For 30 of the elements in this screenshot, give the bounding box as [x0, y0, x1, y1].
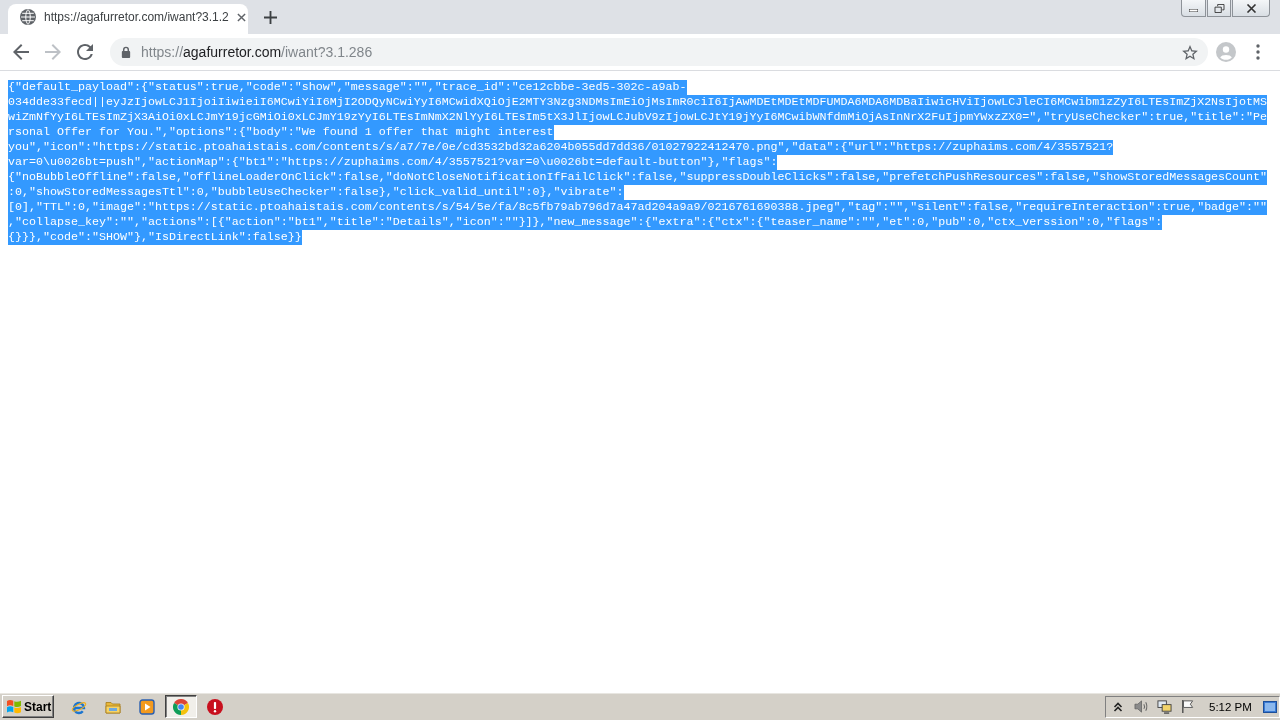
show-desktop-icon[interactable]: [1263, 700, 1277, 713]
speaker-icon[interactable]: [1134, 699, 1149, 714]
taskbar-app-button[interactable]: [165, 695, 197, 718]
flag-logo-icon: [6, 699, 22, 714]
flag-icon[interactable]: [1180, 699, 1195, 714]
restore-button[interactable]: [1207, 0, 1231, 17]
lock-icon: [121, 46, 131, 58]
reload-icon: [77, 44, 93, 60]
exclamation-icon: [207, 698, 223, 715]
play-icon: [139, 698, 155, 715]
menu-icon: [1256, 44, 1260, 60]
round-logo-icon: [173, 698, 189, 715]
plus-icon: [263, 10, 277, 24]
url-text: https://agafurretor.com/iwant?3.1.286: [141, 44, 373, 60]
address-field[interactable]: https://agafurretor.com/iwant?3.1.286: [110, 38, 1208, 66]
close-icon: [1245, 3, 1257, 13]
network-icon[interactable]: [1157, 699, 1172, 714]
restore-icon: [1213, 3, 1225, 13]
globe-icon: [20, 9, 36, 25]
chevron-up-icon[interactable]: [1113, 700, 1123, 713]
back-arrow-icon: [13, 44, 29, 60]
browser-tab[interactable]: https://agafurretor.com/iwant?3.1.2: [8, 4, 248, 34]
minimize-icon: [1189, 9, 1198, 12]
star-icon: [1182, 44, 1198, 60]
start-button[interactable]: Start: [2, 695, 54, 718]
close-button[interactable]: [1232, 0, 1270, 17]
forward-arrow-icon: [45, 44, 61, 60]
avatar-icon: [1216, 42, 1236, 62]
close-icon[interactable]: [236, 12, 246, 22]
clock-time[interactable]: 5:12 PM: [1209, 700, 1252, 713]
